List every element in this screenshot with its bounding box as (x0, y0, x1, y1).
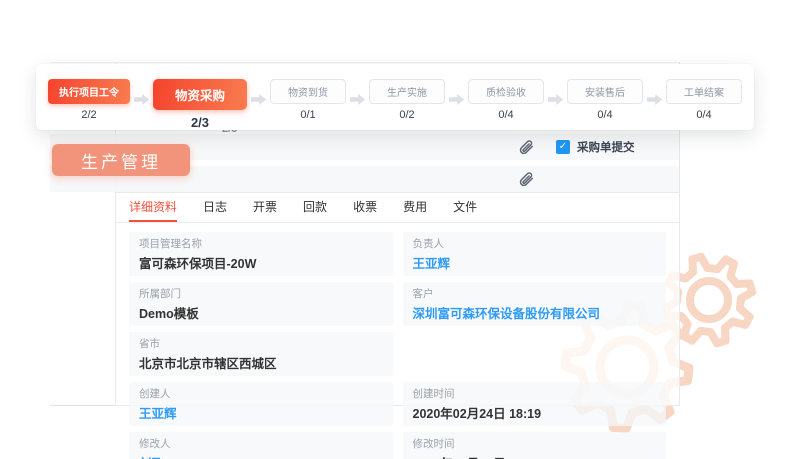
field-customer: 客户 深圳富可森环保设备股份有限公司 (403, 282, 667, 326)
tab-receipts[interactable]: 收票 (353, 193, 377, 222)
detail-fields: 项目管理名称 富可森环保项目-20W 负责人 王亚辉 所属部门 Demo模板 客… (116, 223, 679, 459)
tab-detail-info[interactable]: 详细资料 (129, 193, 177, 222)
arrow-right-icon (647, 93, 663, 106)
field-created-time: 创建时间 2020年02月24日 18:19 (403, 382, 667, 426)
step-quality-inspection: 质检验收 0/4 (468, 79, 544, 121)
arrow-right-icon (548, 93, 564, 106)
arrow-right-icon (251, 93, 267, 106)
field-province-city: 省市 北京市北京市辖区西城区 (129, 332, 393, 376)
production-management-badge: 生产管理 (52, 144, 190, 176)
gear-hole-icon (690, 281, 728, 319)
field-label: 创建时间 (413, 386, 657, 401)
tab-invoicing[interactable]: 开票 (253, 193, 277, 222)
field-value: 富可森环保项目-20W (139, 253, 383, 272)
arrow-right-icon (134, 93, 150, 106)
field-department: 所属部门 Demo模板 (129, 282, 393, 326)
field-value-link[interactable]: 王亚辉 (139, 403, 383, 422)
step-button-current[interactable]: 物资采购 (153, 79, 247, 110)
field-label: 修改人 (139, 436, 383, 451)
step-work-order-close: 工单结案 0/4 (666, 79, 742, 121)
field-value: 北京市北京市辖区西城区 (139, 353, 383, 372)
field-modified-time: 修改时间 2020年10月17日 14:58 (403, 432, 667, 459)
step-button[interactable]: 执行项目工令 (48, 79, 130, 104)
tab-bar: 详细资料 日志 开票 回款 收票 费用 文件 (116, 193, 679, 223)
checkbox-label: 采购单提交 (577, 139, 635, 155)
field-owner: 负责人 王亚辉 (403, 232, 667, 276)
tab-expenses[interactable]: 费用 (403, 193, 427, 222)
step-count: 2/3 (191, 115, 209, 130)
field-label: 客户 (413, 286, 657, 301)
field-label: 省市 (139, 336, 383, 351)
step-execute-work-order: 执行项目工令 2/2 (48, 79, 130, 121)
field-label: 修改时间 (413, 436, 657, 451)
tab-logs[interactable]: 日志 (203, 193, 227, 222)
field-value-link[interactable]: 刘飞 (139, 453, 383, 459)
field-creator: 创建人 王亚辉 (129, 382, 393, 426)
step-count: 0/4 (498, 109, 513, 121)
tab-payment-collection[interactable]: 回款 (303, 193, 327, 222)
tab-files[interactable]: 文件 (453, 193, 477, 222)
field-label: 创建人 (139, 386, 383, 401)
arrow-right-icon (350, 93, 366, 106)
step-count: 0/1 (300, 109, 315, 121)
field-label: 所属部门 (139, 286, 383, 301)
field-value-link[interactable]: 深圳富可森环保设备股份有限公司 (413, 303, 657, 322)
screenshot-canvas: 2/3 ✓ 采购单提交 执行项目工令 2/2 物资采购 2/3 (0, 0, 792, 459)
paperclip-icon[interactable] (518, 171, 534, 187)
checkbox-checked[interactable]: ✓ (556, 140, 570, 154)
field-project-name: 项目管理名称 富可森环保项目-20W (129, 232, 393, 276)
empty-grid-cell (403, 332, 667, 376)
step-button[interactable]: 质检验收 (468, 79, 544, 104)
step-count: 0/2 (399, 109, 414, 121)
checkbox-field: ✓ 采购单提交 (556, 139, 635, 155)
step-button[interactable]: 工单结案 (666, 79, 742, 104)
step-material-arrival: 物资到货 0/1 (270, 79, 346, 121)
step-button[interactable]: 物资到货 (270, 79, 346, 104)
field-label: 项目管理名称 (139, 236, 383, 251)
field-modifier: 修改人 刘飞 (129, 432, 393, 459)
field-label: 负责人 (413, 236, 657, 251)
workflow-stepper-card: 执行项目工令 2/2 物资采购 2/3 物资到货 0/1 生产实施 0/2 质检… (36, 64, 754, 130)
field-value: 2020年10月17日 14:58 (413, 453, 657, 459)
step-production: 生产实施 0/2 (369, 79, 445, 121)
step-install-aftersales: 安装售后 0/4 (567, 79, 643, 121)
detail-panel: 详细资料 日志 开票 回款 收票 费用 文件 项目管理名称 富可森环保项目-20… (115, 192, 680, 406)
step-material-purchase: 物资采购 2/3 (153, 79, 247, 130)
field-value: 2020年02月24日 18:19 (413, 403, 657, 422)
paperclip-icon[interactable] (518, 139, 534, 155)
field-value: Demo模板 (139, 303, 383, 322)
step-count: 2/2 (81, 109, 96, 121)
step-button[interactable]: 生产实施 (369, 79, 445, 104)
arrow-right-icon (449, 93, 465, 106)
field-value-link[interactable]: 王亚辉 (413, 253, 657, 272)
step-button[interactable]: 安装售后 (567, 79, 643, 104)
step-count: 0/4 (696, 109, 711, 121)
step-count: 0/4 (597, 109, 612, 121)
